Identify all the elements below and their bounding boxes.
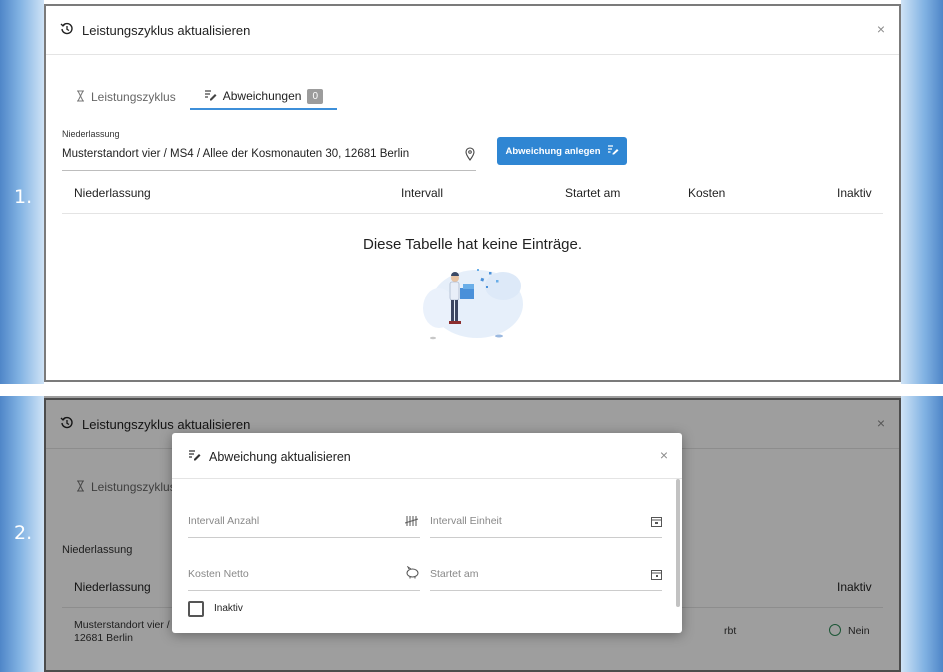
startet-am-underline: [430, 590, 662, 591]
leistungszyklus-dialog: Leistungszyklus aktualisieren × Leistung…: [44, 4, 901, 382]
dialog-title-text: Leistungszyklus aktualisieren: [82, 23, 251, 38]
calendar-icon: [651, 514, 662, 532]
table-header-divider: [62, 213, 883, 214]
empty-table-message: Diese Tabelle hat keine Einträge.: [362, 236, 583, 253]
step-label-1: 1.: [14, 186, 33, 208]
header-divider: [46, 54, 899, 55]
intervall-anzahl-underline: [188, 537, 420, 538]
edit-note-icon: [607, 144, 619, 158]
edit-note-icon: [188, 449, 201, 464]
column-header-intervall[interactable]: Intervall: [401, 186, 443, 200]
empty-state-illustration: [419, 264, 529, 349]
modal-title: Abweichung aktualisieren: [188, 449, 351, 464]
startet-am-placeholder: Startet am: [430, 568, 479, 580]
panel-step-1: 1. Leistungszyklus aktualisieren × Leist…: [0, 0, 943, 384]
intervall-anzahl-placeholder: Intervall Anzahl: [188, 515, 260, 527]
abweichung-modal: Abweichung aktualisieren × Intervall Anz…: [172, 433, 682, 633]
niederlassung-label: Niederlassung: [62, 129, 120, 139]
hourglass-icon: [76, 90, 85, 105]
inaktiv-checkbox-label: Inaktiv: [214, 603, 243, 614]
tab-label: Leistungszyklus: [91, 90, 176, 104]
kosten-netto-placeholder: Kosten Netto: [188, 568, 249, 580]
kosten-netto-underline: [188, 590, 420, 591]
right-sidebar-decoration: [901, 0, 943, 384]
modal-scrollbar[interactable]: [676, 479, 680, 607]
tab-leistungszyklus[interactable]: Leistungszyklus: [62, 84, 190, 110]
history-icon: [60, 22, 74, 39]
add-abweichung-button[interactable]: Abweichung anlegen: [497, 137, 627, 165]
column-header-inaktiv[interactable]: Inaktiv: [837, 186, 872, 200]
tab-bar: Leistungszyklus Abweichungen 0: [62, 84, 338, 110]
calendar-icon: [651, 567, 662, 585]
column-header-niederlassung[interactable]: Niederlassung: [74, 186, 151, 200]
close-icon[interactable]: ×: [660, 447, 668, 463]
close-icon[interactable]: ×: [877, 21, 885, 37]
tab-abweichungen[interactable]: Abweichungen 0: [189, 84, 338, 110]
modal-header-divider: [172, 478, 682, 479]
intervall-einheit-placeholder: Intervall Einheit: [430, 515, 502, 527]
column-header-kosten[interactable]: Kosten: [688, 186, 725, 200]
column-header-startet-am[interactable]: Startet am: [565, 186, 620, 200]
intervall-einheit-underline: [430, 537, 662, 538]
tab-label: Abweichungen: [222, 89, 302, 103]
step-label-2: 2.: [14, 522, 33, 544]
tally-icon: [404, 514, 419, 532]
panel-step-2: 2. Leistungszyklus aktualisieren × Leist…: [0, 396, 943, 672]
niederlassung-input[interactable]: Musterstandort vier / MS4 / Allee der Ko…: [62, 148, 409, 160]
location-pin-icon[interactable]: [465, 147, 475, 166]
right-sidebar-decoration: [901, 396, 943, 672]
piggy-bank-icon: [405, 565, 420, 584]
inaktiv-checkbox[interactable]: [188, 601, 204, 617]
count-badge: 0: [307, 88, 324, 104]
add-button-label: Abweichung anlegen: [505, 145, 601, 157]
niederlassung-underline: [62, 170, 476, 171]
dialog-title: Leistungszyklus aktualisieren: [60, 22, 250, 39]
edit-note-icon: [204, 89, 217, 104]
modal-title-text: Abweichung aktualisieren: [209, 449, 351, 464]
